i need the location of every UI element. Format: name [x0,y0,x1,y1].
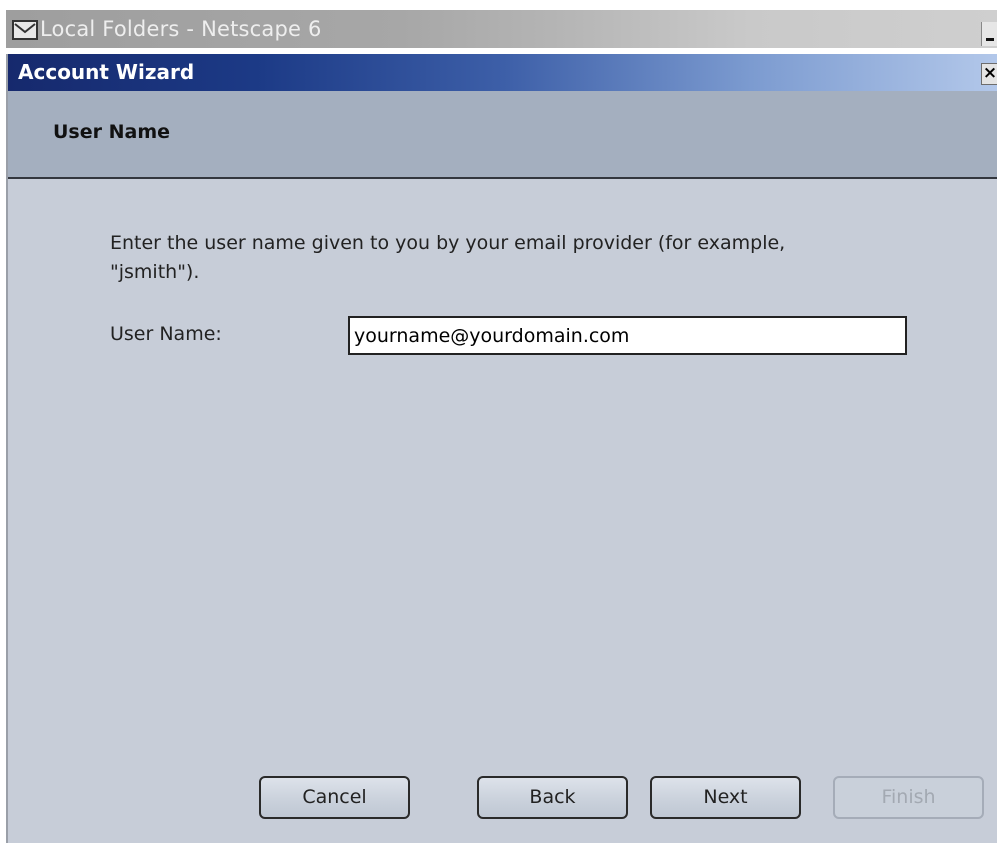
username-label: User Name: [110,323,222,345]
page-header: User Name [8,91,997,179]
finish-button: Finish [833,776,984,819]
cancel-button[interactable]: Cancel [259,776,410,819]
dialog-titlebar[interactable]: Account Wizard × [8,54,997,91]
close-icon[interactable]: × [981,63,997,85]
next-button[interactable]: Next [650,776,801,819]
parent-window-titlebar: Local Folders - Netscape 6 [6,10,997,48]
dialog-title: Account Wizard [18,60,195,84]
account-wizard-dialog: Account Wizard × User Name Enter the use… [6,54,997,843]
mail-icon [12,20,38,40]
instructions-text: Enter the user name given to you by your… [110,232,786,283]
parent-window-title: Local Folders - Netscape 6 [40,17,322,41]
screen: Local Folders - Netscape 6 Account Wizar… [0,0,997,843]
minimize-icon[interactable] [981,22,997,46]
username-input[interactable] [348,316,907,355]
back-button[interactable]: Back [477,776,628,819]
page-title: User Name [53,121,171,143]
